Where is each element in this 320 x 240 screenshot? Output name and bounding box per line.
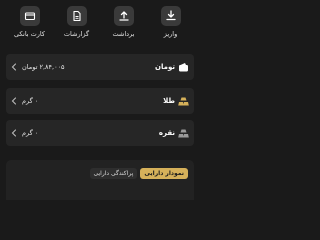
- wallet-screen: واریز برداشت گزارشات کارت بانکی ۲,۸۴,۰۰۵…: [0, 0, 200, 200]
- asset-row-silver[interactable]: ۰ گرم نقره: [6, 120, 194, 146]
- chevron-left-icon: [6, 63, 22, 71]
- deposit-button[interactable]: واریز: [148, 6, 194, 46]
- asset-value: ۲,۸۴,۰۰۵ تومان: [22, 63, 65, 71]
- bank-card-label: کارت بانکی: [14, 30, 46, 38]
- tab-asset-chart[interactable]: نمودار دارایی: [140, 168, 188, 179]
- asset-row-toman[interactable]: ۲,۸۴,۰۰۵ تومان تومان: [6, 54, 194, 80]
- bank-card-button[interactable]: کارت بانکی: [7, 6, 53, 46]
- chevron-left-icon: [6, 97, 22, 105]
- asset-name: نقره: [158, 129, 175, 137]
- tab-asset-distribution[interactable]: پراکندگی دارایی: [89, 168, 138, 179]
- asset-row-gold[interactable]: ۰ گرم طلا: [6, 88, 194, 114]
- quick-actions: واریز برداشت گزارشات کارت بانکی: [0, 6, 200, 46]
- reports-label: گزارشات: [63, 30, 90, 38]
- deposit-label: واریز: [163, 30, 178, 38]
- asset-chart-panel: نمودار دارایی پراکندگی دارایی: [6, 160, 194, 200]
- withdraw-label: برداشت: [112, 30, 135, 38]
- asset-name: تومان: [155, 63, 175, 71]
- asset-value: ۰ گرم: [22, 97, 39, 105]
- deposit-icon: [160, 6, 181, 26]
- reports-icon: [66, 6, 87, 26]
- withdraw-button[interactable]: برداشت: [101, 6, 147, 46]
- asset-value: ۰ گرم: [22, 129, 39, 137]
- wallet-icon: [178, 62, 189, 73]
- asset-name: طلا: [163, 97, 175, 105]
- withdraw-icon: [113, 6, 134, 26]
- bank-card-icon: [19, 6, 40, 26]
- reports-button[interactable]: گزارشات: [54, 6, 100, 46]
- silver-icon: [178, 128, 189, 139]
- chart-tabs: نمودار دارایی پراکندگی دارایی: [89, 168, 188, 179]
- chevron-left-icon: [6, 129, 22, 137]
- gold-icon: [178, 96, 189, 107]
